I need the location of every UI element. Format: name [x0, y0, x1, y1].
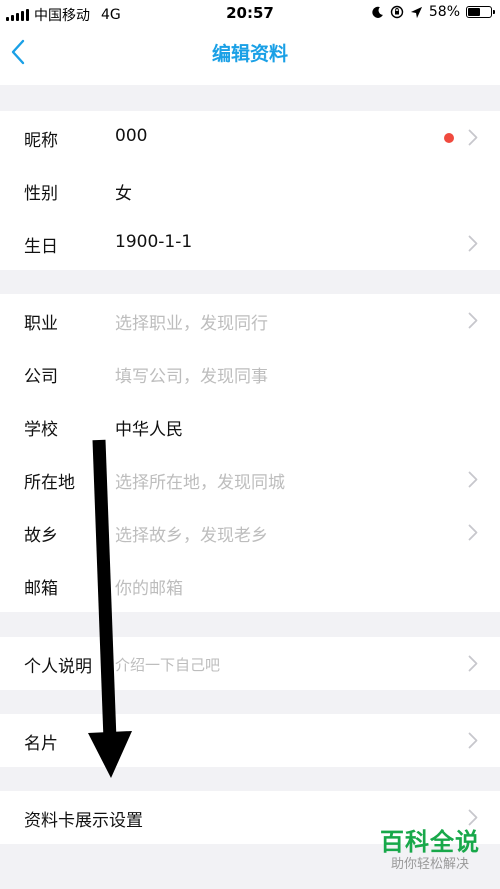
- hometown-placeholder: 选择故乡，发现老乡: [115, 526, 268, 546]
- email-label: 邮箱: [24, 579, 58, 599]
- hometown-row[interactable]: 故乡 选择故乡，发现老乡: [0, 506, 500, 559]
- watermark-title: 百科全说: [380, 828, 480, 856]
- nickname-label: 昵称: [24, 131, 58, 151]
- location-row[interactable]: 所在地 选择所在地，发现同城: [0, 453, 500, 506]
- location-arrow-icon: [410, 6, 422, 18]
- location-label: 所在地: [24, 473, 75, 493]
- gender-row[interactable]: 性别 女: [0, 164, 500, 217]
- status-right: 58%: [371, 4, 495, 20]
- profile-info-group: 职业 选择职业，发现同行 公司 填写公司，发现同事 学校 中华人民 所在地 选择…: [0, 294, 500, 612]
- basic-info-group: 昵称 000 性别 女 生日 1900-1-1: [0, 111, 500, 270]
- gender-label: 性别: [24, 184, 58, 204]
- edit-profile-screen: 中国移动 4G 20:57 58% 编辑资料 昵称 000 性别 女 生日 19…: [0, 0, 500, 889]
- chevron-right-icon: [468, 809, 478, 826]
- notification-dot: [444, 133, 454, 143]
- occupation-placeholder: 选择职业，发现同行: [115, 314, 268, 334]
- hometown-label: 故乡: [24, 526, 58, 546]
- occupation-label: 职业: [24, 314, 58, 334]
- chevron-right-icon: [468, 655, 478, 672]
- chevron-right-icon: [468, 235, 478, 252]
- battery-icon: [466, 6, 495, 18]
- page-title: 编辑资料: [211, 43, 288, 65]
- chevron-right-icon: [468, 129, 478, 146]
- orientation-lock-icon: [390, 5, 404, 19]
- email-row[interactable]: 邮箱 你的邮箱: [0, 559, 500, 612]
- chevron-right-icon: [468, 524, 478, 541]
- school-label: 学校: [24, 420, 58, 440]
- battery-percent: 58%: [428, 4, 460, 20]
- birthday-value: 1900-1-1: [115, 232, 193, 252]
- about-label: 个人说明: [24, 657, 92, 677]
- birthday-row[interactable]: 生日 1900-1-1: [0, 217, 500, 270]
- navigation-bar: 编辑资料: [0, 27, 500, 85]
- location-placeholder: 选择所在地，发现同城: [115, 473, 285, 493]
- email-placeholder: 你的邮箱: [115, 579, 183, 599]
- company-placeholder: 填写公司，发现同事: [115, 367, 268, 387]
- occupation-row[interactable]: 职业 选择职业，发现同行: [0, 294, 500, 347]
- gender-value: 女: [115, 184, 132, 204]
- about-group: 个人说明 介绍一下自己吧: [0, 637, 500, 690]
- battery-level: [468, 8, 480, 16]
- chevron-right-icon: [468, 312, 478, 329]
- card-group: 名片: [0, 714, 500, 767]
- card-label: 名片: [24, 734, 58, 754]
- about-row[interactable]: 个人说明 介绍一下自己吧: [0, 637, 500, 690]
- birthday-label: 生日: [24, 237, 58, 257]
- moon-icon: [372, 6, 383, 18]
- school-row[interactable]: 学校 中华人民: [0, 400, 500, 453]
- school-value: 中华人民: [115, 420, 183, 440]
- chevron-right-icon: [468, 471, 478, 488]
- status-bar: 中国移动 4G 20:57 58%: [0, 0, 500, 27]
- card-display-label: 资料卡展示设置: [24, 811, 143, 831]
- about-placeholder: 介绍一下自己吧: [115, 656, 221, 674]
- nickname-value: 000: [115, 126, 148, 146]
- company-row[interactable]: 公司 填写公司，发现同事: [0, 347, 500, 400]
- card-row[interactable]: 名片: [0, 714, 500, 767]
- chevron-right-icon: [468, 732, 478, 749]
- nickname-row[interactable]: 昵称 000: [0, 111, 500, 164]
- company-label: 公司: [24, 367, 58, 387]
- watermark-logo: 百科全说 助你轻松解决: [374, 828, 486, 874]
- watermark-subtitle: 助你轻松解决: [390, 857, 469, 872]
